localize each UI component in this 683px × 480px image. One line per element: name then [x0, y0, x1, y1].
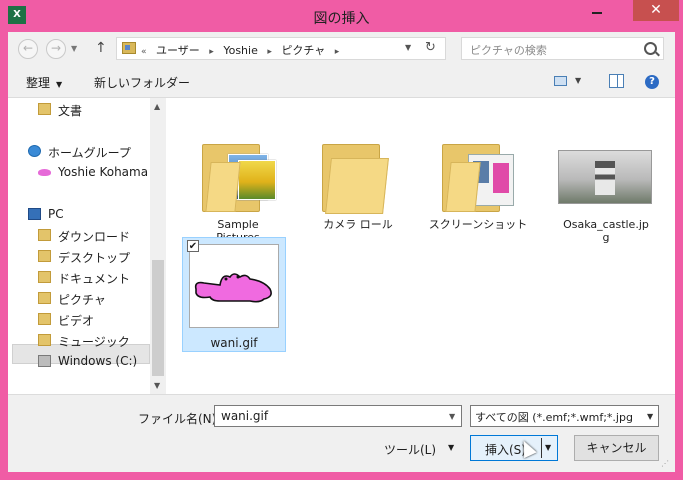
download-folder-icon: [38, 229, 51, 241]
homegroup-icon: [28, 145, 41, 157]
nav-item-label: ピクチャ: [58, 293, 106, 307]
crocodile-drawing: [194, 273, 272, 303]
nav-item-label: 文書: [58, 104, 83, 118]
file-name: カメラ ロール: [323, 218, 393, 231]
minimize-button[interactable]: [584, 0, 610, 21]
change-view-icon[interactable]: [554, 76, 567, 86]
chevron-right-icon[interactable]: ▸: [335, 47, 340, 57]
file-item[interactable]: スクリーンショット: [426, 134, 530, 250]
file-name: Osaka_castle.jp g: [563, 218, 649, 244]
castle-thumbnail: [558, 150, 652, 204]
organize-button[interactable]: 整理 ▼: [26, 74, 62, 91]
new-folder-button[interactable]: 新しいフォルダー: [94, 74, 190, 91]
videos-folder-icon: [38, 313, 51, 325]
chevron-down-icon: ▼: [56, 80, 63, 89]
file-item[interactable]: カメラ ロール: [306, 134, 410, 250]
folder-icon: [38, 103, 51, 115]
file-item[interactable]: Osaka_castle.jp g: [554, 134, 658, 250]
filename-value: wani.gif: [221, 409, 269, 423]
command-bar: 整理 ▼ 新しいフォルダー ▼ ?: [8, 66, 675, 98]
file-item[interactable]: Sample Pictures: [186, 134, 290, 250]
file-name: スクリーンショット: [428, 218, 528, 231]
insert-button[interactable]: 挿入(S) ▼: [470, 435, 558, 461]
refresh-icon[interactable]: ↻: [425, 40, 436, 55]
help-icon[interactable]: ?: [645, 75, 659, 89]
nav-item-label: PC: [48, 207, 64, 221]
file-item-selected[interactable]: ✔ wani.gif: [182, 237, 286, 352]
chevron-down-icon[interactable]: ▼: [575, 76, 581, 85]
filetype-select[interactable]: すべての図 (*.emf;*.wmf;*.jpg ▼: [470, 405, 659, 427]
nav-item-label: デスクトップ: [58, 251, 131, 265]
nav-item-label: ビデオ: [58, 314, 95, 328]
breadcrumb-yoshie[interactable]: Yoshie: [223, 44, 258, 57]
nav-item-label: ミュージック: [58, 335, 130, 349]
cancel-button[interactable]: キャンセル: [574, 435, 659, 461]
folder-icon: [322, 140, 392, 214]
pictures-folder-icon: [38, 292, 51, 304]
drive-icon: [38, 355, 51, 367]
nav-item-label: ダウンロード: [58, 230, 131, 244]
chevron-down-icon[interactable]: ▼: [405, 43, 411, 52]
resize-grip-icon[interactable]: ⋰: [661, 459, 669, 468]
filename-input[interactable]: wani.gif ▼: [214, 405, 462, 427]
chevron-down-icon[interactable]: ▼: [449, 412, 455, 421]
nav-scrollbar[interactable]: ▲ ▼: [150, 98, 166, 394]
recent-locations-icon[interactable]: ▼: [71, 44, 77, 53]
folder-icon: [202, 140, 276, 212]
close-button[interactable]: ✕: [633, 0, 679, 21]
breadcrumb-pictures[interactable]: ピクチャ: [281, 44, 325, 57]
nav-item-label: ドキュメント: [58, 272, 131, 286]
forward-button[interactable]: →: [46, 39, 66, 59]
navigation-bar: ← → ▼ ↑ « ユーザー ▸ Yoshie ▸ ピクチャ ▸ ▼ ↻ ピクチ: [8, 32, 675, 66]
chevron-down-icon[interactable]: ▼: [545, 443, 551, 452]
folder-icon: [442, 140, 514, 212]
tools-button[interactable]: ツール(L): [384, 441, 436, 458]
file-name: wani.gif: [210, 336, 258, 350]
navigation-pane: 文書 ホームグループ Yoshie Kohama PC ダウンロード デスクトッ…: [8, 98, 150, 394]
pc-icon: [28, 208, 41, 220]
search-input[interactable]: ピクチャの検索: [461, 37, 664, 60]
breadcrumb: « ユーザー ▸ Yoshie ▸ ピクチャ ▸: [141, 42, 345, 58]
chevron-down-icon[interactable]: ▼: [448, 443, 454, 452]
scroll-up-icon[interactable]: ▲: [154, 102, 160, 111]
search-placeholder: ピクチャの検索: [470, 44, 547, 57]
title-bar[interactable]: X 図の挿入 ✕: [0, 0, 683, 32]
nav-item-label: Windows (C:): [58, 354, 138, 368]
scrollbar-thumb[interactable]: [152, 260, 164, 376]
chevron-right-icon[interactable]: ▸: [209, 47, 214, 57]
chevron-down-icon[interactable]: ▼: [647, 412, 654, 421]
scroll-down-icon[interactable]: ▼: [154, 381, 160, 390]
back-button[interactable]: ←: [18, 39, 38, 59]
music-folder-icon: [38, 334, 51, 346]
filename-label: ファイル名(N):: [138, 412, 221, 426]
split-divider: [541, 438, 542, 458]
user-icon: [38, 169, 51, 176]
desktop-folder-icon: [38, 250, 51, 262]
chevron-right-icon[interactable]: ▸: [267, 47, 272, 57]
nav-item-label: Yoshie Kohama: [58, 165, 149, 179]
window-title: 図の挿入: [313, 11, 370, 27]
pictures-folder-icon: [122, 42, 136, 54]
nav-item-label: ホームグループ: [48, 146, 131, 160]
dialog-window: X 図の挿入 ✕ ← → ▼ ↑ « ユーザー ▸ Yoshie ▸ ピクチャ …: [0, 0, 683, 480]
filetype-value: すべての図 (*.emf;*.wmf;*.jpg: [475, 411, 633, 424]
address-bar[interactable]: « ユーザー ▸ Yoshie ▸ ピクチャ ▸ ▼ ↻: [116, 37, 446, 60]
up-button[interactable]: ↑: [95, 40, 107, 56]
documents-folder-icon: [38, 271, 51, 283]
dialog-body: ← → ▼ ↑ « ユーザー ▸ Yoshie ▸ ピクチャ ▸ ▼ ↻ ピクチ: [8, 32, 675, 472]
dialog-footer: ファイル名(N): wani.gif ▼ すべての図 (*.emf;*.wmf;…: [8, 394, 675, 472]
search-icon[interactable]: [644, 42, 657, 55]
breadcrumb-users[interactable]: ユーザー: [156, 44, 200, 57]
breadcrumb-overflow[interactable]: «: [141, 47, 147, 57]
wani-thumbnail: [189, 244, 279, 328]
organize-label: 整理: [26, 76, 51, 90]
select-checkbox[interactable]: ✔: [187, 240, 199, 252]
preview-pane-icon[interactable]: [609, 74, 624, 88]
